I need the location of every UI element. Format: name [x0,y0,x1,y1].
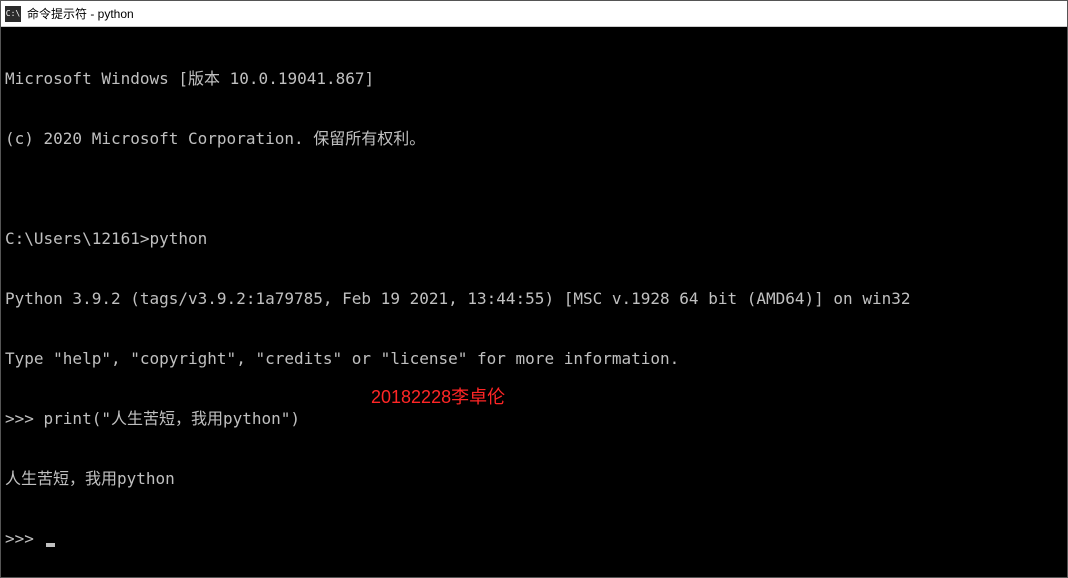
console-prompt-line: >>> [5,529,1063,549]
console-line: C:\Users\12161>python [5,229,1063,249]
window-title: 命令提示符 - python [27,5,134,22]
console-line: Microsoft Windows [版本 10.0.19041.867] [5,69,1063,89]
command-prompt-window: C:\ 命令提示符 - python Microsoft Windows [版本… [0,0,1068,578]
console-line: (c) 2020 Microsoft Corporation. 保留所有权利。 [5,129,1063,149]
console-line: Type "help", "copyright", "credits" or "… [5,349,1063,369]
console-area[interactable]: Microsoft Windows [版本 10.0.19041.867] (c… [1,27,1067,577]
console-line: Python 3.9.2 (tags/v3.9.2:1a79785, Feb 1… [5,289,1063,309]
console-line: 人生苦短，我用python [5,469,1063,489]
console-line: >>> print("人生苦短，我用python") [5,409,1063,429]
watermark-text: 20182228李卓伦 [371,387,505,407]
prompt-text: >>> [5,529,44,548]
cursor [46,543,55,547]
cmd-icon: C:\ [5,6,21,22]
title-bar[interactable]: C:\ 命令提示符 - python [1,1,1067,27]
